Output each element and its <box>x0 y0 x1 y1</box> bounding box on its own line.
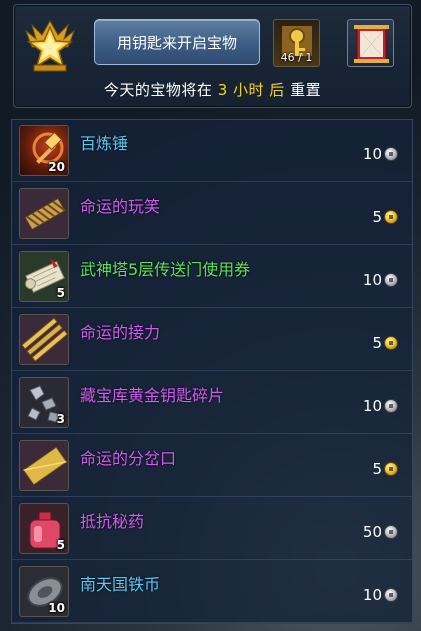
reset-text-suffix: 重置 <box>284 81 322 99</box>
gold-ingot-icon <box>19 440 69 491</box>
gold-coin-icon <box>384 336 398 350</box>
price-value: 10 <box>362 586 382 604</box>
price-value: 5 <box>372 208 382 226</box>
item-quantity: 10 <box>48 601 65 615</box>
item-quantity: 3 <box>56 412 65 426</box>
price-value: 50 <box>362 523 382 541</box>
price-value: 10 <box>362 397 382 415</box>
item-price: 5 <box>372 334 398 352</box>
item-name: 南天国铁币 <box>80 575 161 594</box>
key-fragments-icon: 3 <box>19 377 69 428</box>
reset-text-prefix: 今天的宝物将在 <box>103 81 218 99</box>
item-name: 命运的分岔口 <box>80 449 177 468</box>
item-name: 武神塔5层传送门使用券 <box>80 260 251 279</box>
item-name: 命运的玩笑 <box>80 197 161 216</box>
iron-coin-icon: 10 <box>19 566 69 617</box>
item-name: 命运的接力 <box>80 323 161 342</box>
price-value: 5 <box>372 334 382 352</box>
woven-ribbon-icon <box>19 188 69 239</box>
list-item[interactable]: 5 武神塔5层传送门使用券 10 <box>12 246 412 308</box>
potion-icon: 5 <box>19 503 69 554</box>
key-count-label: 46 / 1 <box>280 51 313 64</box>
shop-button[interactable] <box>347 19 394 67</box>
treasure-header-panel: 用钥匙来开启宝物 46 / 1 今天的宝物将在 3 小时 后 重置 <box>13 4 412 108</box>
list-item[interactable]: 命运的分岔口 5 <box>12 435 412 497</box>
scroll-icon: 5 <box>19 251 69 302</box>
price-value: 10 <box>362 145 382 163</box>
price-value: 5 <box>372 460 382 478</box>
silver-coin-icon <box>384 147 398 161</box>
treasure-item-list: 20 百炼锤 10 命运的玩笑 5 5 武神塔5层传送门使用券 10 命运的接力… <box>11 119 413 624</box>
item-quantity: 5 <box>56 538 65 552</box>
item-price: 50 <box>363 523 398 541</box>
item-name: 百炼锤 <box>80 134 129 153</box>
item-price: 10 <box>363 397 398 415</box>
reset-timer-text: 今天的宝物将在 3 小时 后 重置 <box>14 79 411 100</box>
gold-coin-icon <box>384 210 398 224</box>
list-item[interactable]: 命运的玩笑 5 <box>12 183 412 245</box>
list-item[interactable]: 5 抵抗秘药 50 <box>12 498 412 560</box>
item-quantity: 5 <box>56 286 65 300</box>
gold-coin-icon <box>384 462 398 476</box>
list-item[interactable]: 命运的接力 5 <box>12 309 412 371</box>
star-emblem-icon <box>20 17 80 77</box>
reset-hours-value: 3 小时 后 <box>217 81 285 99</box>
item-name: 抵抗秘药 <box>80 512 145 531</box>
open-with-key-button[interactable]: 用钥匙来开启宝物 <box>94 19 260 65</box>
list-item[interactable]: 10 南天国铁币 10 <box>12 561 412 623</box>
item-price: 10 <box>363 586 398 604</box>
item-name: 藏宝库黄金钥匙碎片 <box>80 386 225 405</box>
item-price: 5 <box>372 208 398 226</box>
silver-coin-icon <box>384 399 398 413</box>
item-price: 10 <box>363 145 398 163</box>
golden-bars-icon <box>19 314 69 365</box>
silver-coin-icon <box>384 525 398 539</box>
golden-key-slot[interactable]: 46 / 1 <box>273 19 320 67</box>
silver-coin-icon <box>384 273 398 287</box>
item-price: 10 <box>363 271 398 289</box>
item-quantity: 20 <box>48 160 65 174</box>
silver-coin-icon <box>384 588 398 602</box>
shop-icon <box>354 25 389 63</box>
list-item[interactable]: 3 藏宝库黄金钥匙碎片 10 <box>12 372 412 434</box>
item-price: 5 <box>372 460 398 478</box>
price-value: 10 <box>362 271 382 289</box>
list-item[interactable]: 20 百炼锤 10 <box>12 120 412 182</box>
hammer-icon: 20 <box>19 125 69 176</box>
